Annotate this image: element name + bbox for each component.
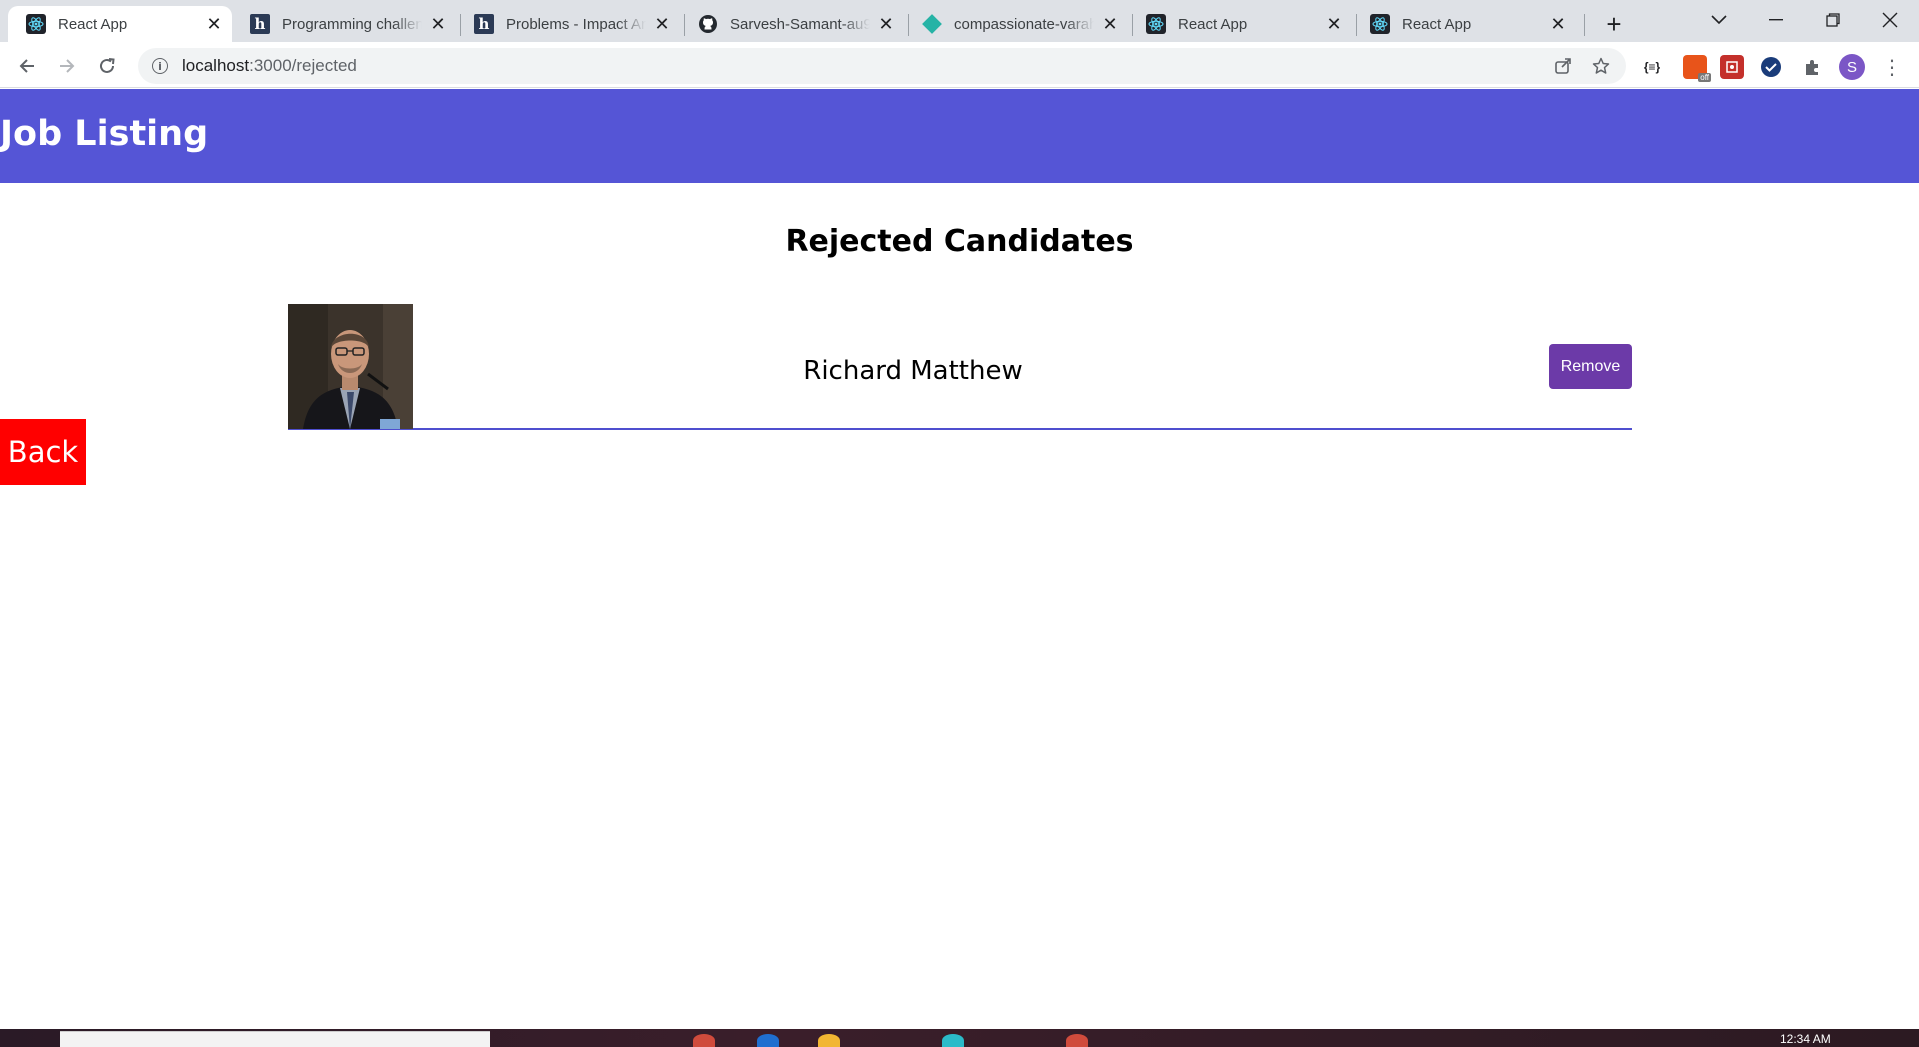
tab-title: Programming challen <box>282 15 422 33</box>
candidate-name: Richard Matthew <box>803 356 1023 386</box>
taskbar-clock: 12:34 AM <box>1780 1032 1831 1046</box>
tab-problems-impact[interactable]: h Problems - Impact An ✕ <box>456 6 680 42</box>
new-tab-button[interactable]: + <box>1598 8 1630 40</box>
browser-toolbar: i localhost:3000/rejected {≡} off S ⋮ <box>0 42 1919 88</box>
codesandbox-icon <box>922 14 942 34</box>
taskbar-app-icon[interactable] <box>693 1034 715 1047</box>
taskbar-app-icon[interactable] <box>818 1034 840 1047</box>
app-navbar: Job Listing <box>0 89 1919 183</box>
extension-icon-orange[interactable]: off <box>1683 55 1711 82</box>
close-icon[interactable]: ✕ <box>652 14 672 34</box>
close-icon[interactable]: ✕ <box>428 14 448 34</box>
site-info-icon[interactable]: i <box>152 58 168 74</box>
close-icon[interactable]: ✕ <box>876 14 896 34</box>
tab-title: React App <box>1178 15 1248 33</box>
more-options-icon[interactable]: ⋮ <box>1880 54 1904 80</box>
address-bar[interactable]: i localhost:3000/rejected <box>138 48 1626 84</box>
os-taskbar: 12:34 AM <box>0 1029 1919 1047</box>
minimize-button[interactable] <box>1748 0 1804 40</box>
react-icon <box>1146 14 1166 34</box>
bookmark-star-icon[interactable] <box>1586 48 1616 84</box>
candidate-photo <box>288 304 413 429</box>
tab-title: React App <box>58 15 128 33</box>
tab-search-chevron-icon[interactable] <box>1691 0 1747 40</box>
react-icon <box>1370 14 1390 34</box>
tab-title: React App <box>1402 15 1472 33</box>
page-title: Rejected Candidates <box>785 224 1134 259</box>
tab-title: Sarvesh-Samant-au9/ <box>730 15 870 33</box>
close-window-button[interactable] <box>1862 0 1918 40</box>
tab-codesandbox[interactable]: compassionate-varah ✕ <box>904 6 1128 42</box>
hackerearth-icon: h <box>250 14 270 34</box>
taskbar-app-icon[interactable] <box>942 1034 964 1047</box>
hackerearth-icon: h <box>474 14 494 34</box>
url-path: :3000/rejected <box>249 56 357 75</box>
tab-title: compassionate-varah <box>954 15 1094 33</box>
extension-badge: off <box>1698 73 1711 82</box>
json-viewer-extension-icon[interactable]: {≡} <box>1640 55 1664 79</box>
taskbar-app-icon[interactable] <box>1066 1034 1088 1047</box>
back-button[interactable]: Back <box>0 419 86 485</box>
candidate-list: Richard Matthew Remove <box>288 304 1632 430</box>
browser-tab-strip: React App ✕ h Programming challen ✕ h Pr… <box>0 0 1919 42</box>
close-icon[interactable]: ✕ <box>204 14 224 34</box>
extension-icon-red[interactable] <box>1720 55 1744 79</box>
back-arrow-icon[interactable] <box>11 50 43 82</box>
github-icon <box>698 14 718 34</box>
tab-programming-challenges[interactable]: h Programming challen ✕ <box>232 6 456 42</box>
react-icon <box>26 14 46 34</box>
tab-react-app-active[interactable]: React App ✕ <box>8 6 232 42</box>
tab-separator <box>1584 14 1585 36</box>
reload-icon[interactable] <box>91 50 123 82</box>
tab-title: Problems - Impact An <box>506 15 646 33</box>
extensions-puzzle-icon[interactable] <box>1800 55 1824 79</box>
share-icon[interactable] <box>1548 48 1578 84</box>
profile-avatar[interactable]: S <box>1839 54 1865 80</box>
close-icon[interactable]: ✕ <box>1100 14 1120 34</box>
candidate-row: Richard Matthew Remove <box>288 304 1632 430</box>
brand-title[interactable]: Job Listing <box>0 114 208 154</box>
url-host: localhost <box>182 56 250 75</box>
tab-react-app-3[interactable]: React App ✕ <box>1352 6 1576 42</box>
forward-arrow-icon[interactable] <box>51 50 83 82</box>
checkmark-extension-icon[interactable] <box>1759 55 1783 79</box>
restore-button[interactable] <box>1805 0 1861 40</box>
remove-button[interactable]: Remove <box>1549 344 1632 389</box>
close-icon[interactable]: ✕ <box>1548 14 1568 34</box>
taskbar-app-icon[interactable] <box>757 1034 779 1047</box>
tab-react-app-2[interactable]: React App ✕ <box>1128 6 1352 42</box>
taskbar-search-box[interactable] <box>60 1031 490 1047</box>
tab-github-repo[interactable]: Sarvesh-Samant-au9/ ✕ <box>680 6 904 42</box>
close-icon[interactable]: ✕ <box>1324 14 1344 34</box>
